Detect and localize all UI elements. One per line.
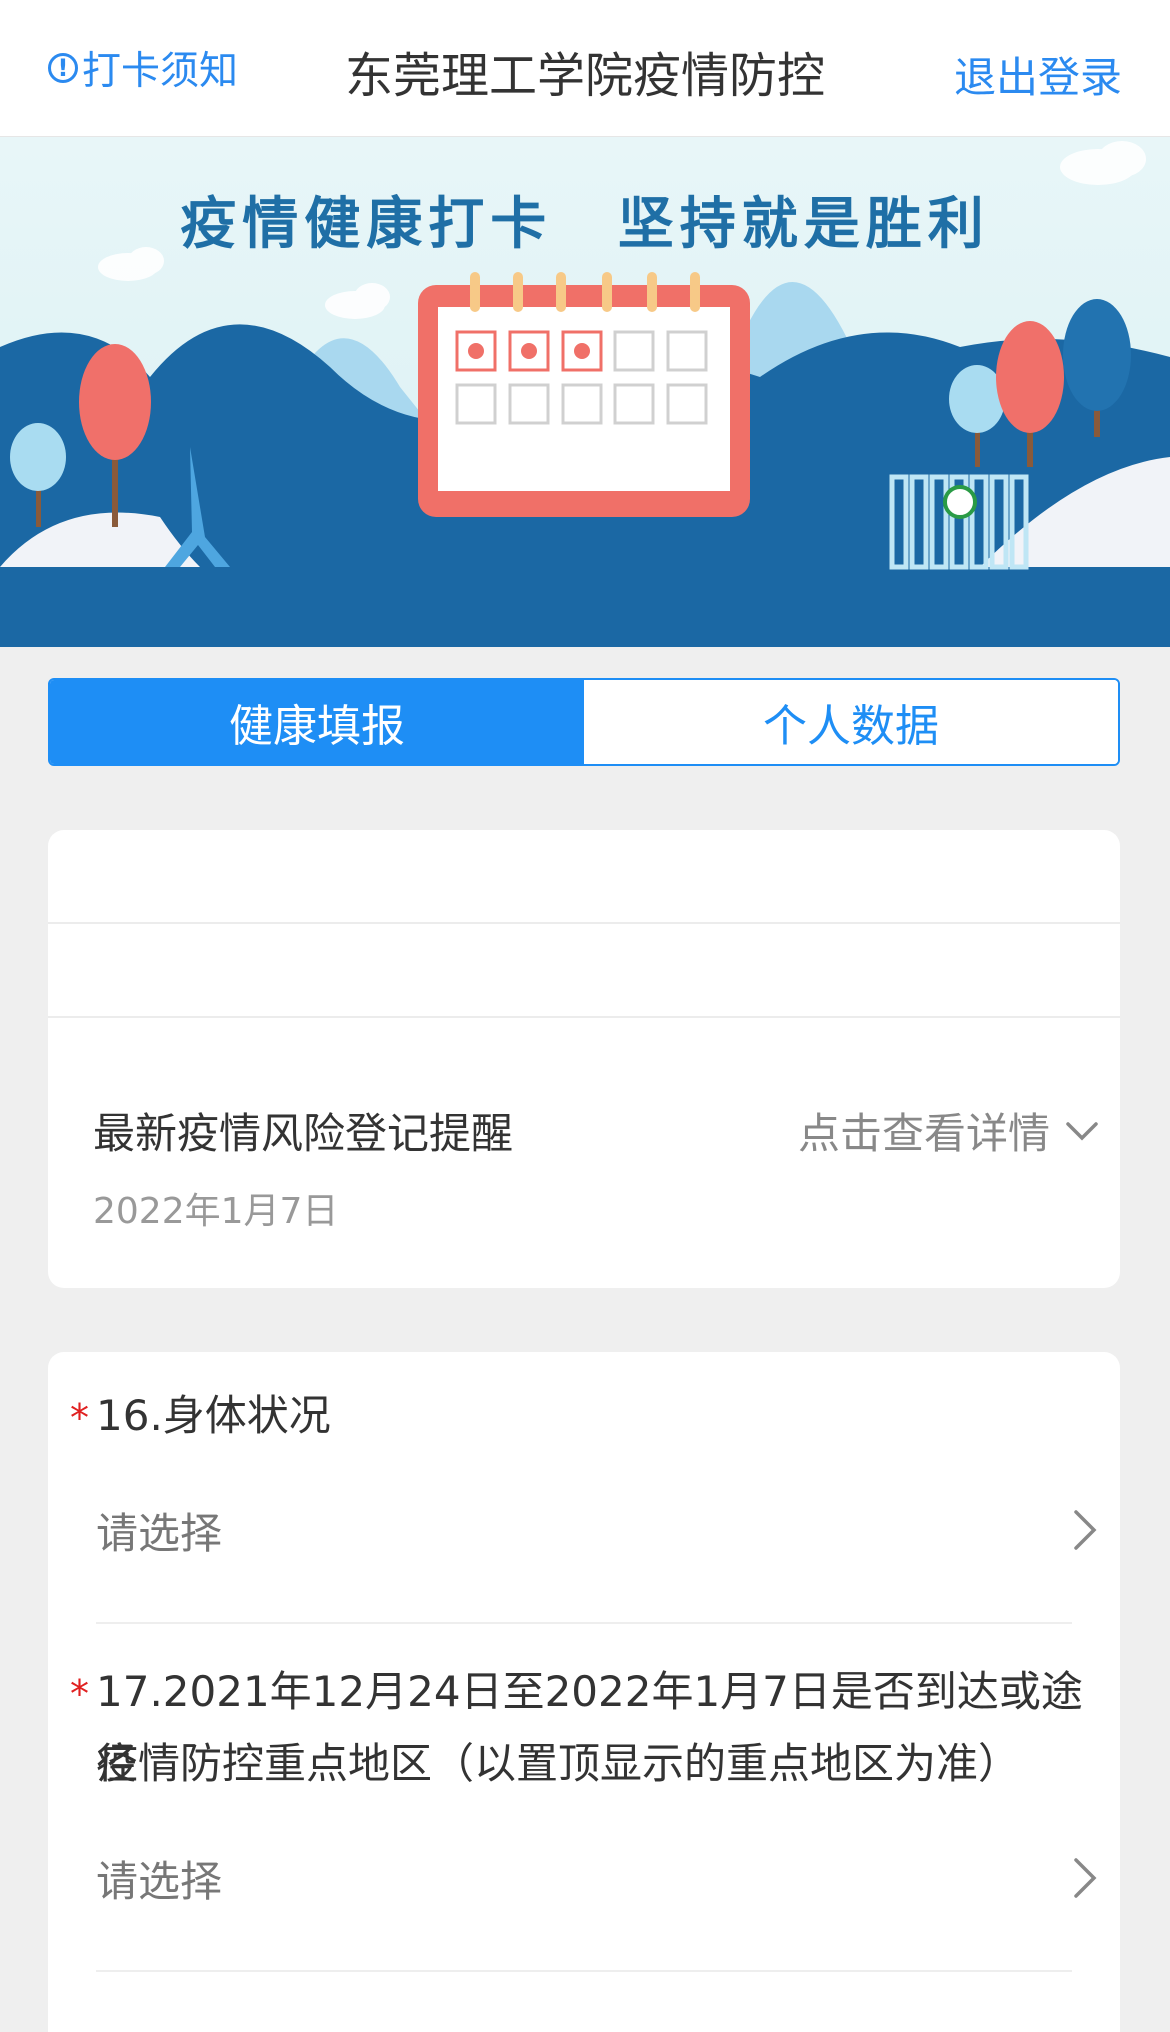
question-16-label: 16.身体状况 xyxy=(96,1391,331,1440)
logout-link[interactable]: 退出登录 xyxy=(954,44,1122,105)
banner-slogan: 疫情健康打卡 坚持就是胜利 xyxy=(180,192,990,257)
view-details-button[interactable]: 点击查看详情 xyxy=(798,1100,1100,1161)
tab-personal-data[interactable]: 个人数据 xyxy=(584,680,1118,764)
health-form-card: * 16.身体状况 请选择 * 17.2021年12月24日至2022年1月7日… xyxy=(48,1352,1120,2032)
tab-bar: 健康填报 个人数据 xyxy=(48,678,1120,766)
question-17-placeholder: 请选择 xyxy=(96,1856,223,1906)
required-marker: * xyxy=(70,1396,89,1440)
divider xyxy=(96,1970,1072,1972)
chevron-down-icon xyxy=(1066,1121,1098,1140)
reminder-card: 最新疫情风险登记提醒 2022年1月7日 点击查看详情 xyxy=(48,830,1120,1288)
question-16-placeholder: 请选择 xyxy=(96,1508,223,1558)
divider xyxy=(48,1016,1120,1018)
question-16-select[interactable]: 请选择 xyxy=(96,1490,1120,1570)
question-17-label-line2: 疫情防控重点地区（以置顶显示的重点地区为准） xyxy=(96,1739,1021,1788)
divider xyxy=(48,922,1120,924)
required-marker: * xyxy=(70,1672,89,1716)
view-details-label: 点击查看详情 xyxy=(797,1109,1050,1158)
chevron-right-icon xyxy=(1074,1510,1097,1550)
chevron-right-icon xyxy=(1074,1858,1097,1898)
top-header: ! 打卡须知 东莞理工学院疫情防控 退出登录 xyxy=(0,0,1170,137)
divider xyxy=(96,1622,1072,1624)
tab-health-report[interactable]: 健康填报 xyxy=(50,680,584,764)
question-17-select[interactable]: 请选择 xyxy=(96,1838,1120,1918)
reminder-title: 最新疫情风险登记提醒 xyxy=(93,1109,514,1158)
reminder-date: 2022年1月7日 xyxy=(93,1191,339,1232)
banner-illustration: 疫情健康打卡 坚持就是胜利 xyxy=(0,137,1170,647)
